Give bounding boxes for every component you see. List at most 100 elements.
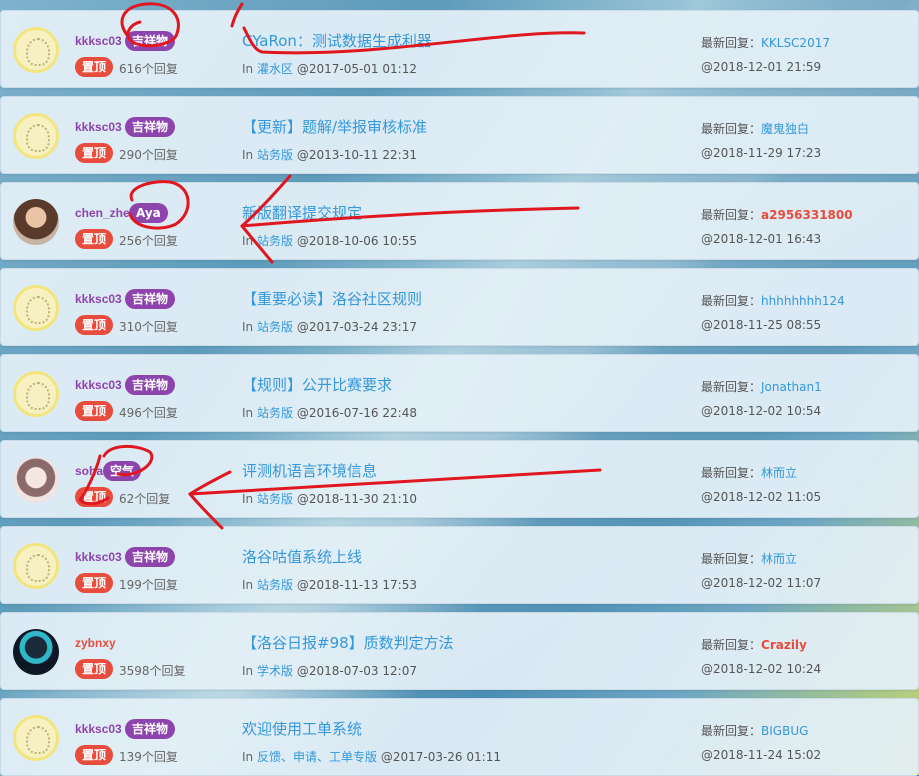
last-reply-user[interactable]: Jonathan1 (761, 380, 822, 394)
reply-count: 62个回复 (119, 492, 171, 506)
reply-count: 616个回复 (119, 62, 178, 76)
author-name[interactable]: kkksc03 (75, 120, 122, 134)
thread-meta: In 站务版 @2013-10-11 22:31 (242, 148, 417, 162)
last-reply: 最新回复：Jonathan1 (701, 380, 822, 394)
avatar[interactable] (13, 27, 59, 73)
thread-meta: In 站务版 @2018-11-30 21:10 (242, 492, 417, 506)
user-badge: 吉祥物 (125, 719, 176, 739)
author-name[interactable]: kkksc03 (75, 378, 122, 392)
thread-row: zybnxy 置顶 3598个回复 【洛谷日报#98】质数判定方法 In 学术版… (0, 612, 919, 690)
forum-link[interactable]: 站务版 (257, 578, 293, 592)
thread-title[interactable]: CYaRon：测试数据生成利器 (242, 30, 432, 51)
pinned-badge: 置顶 (75, 315, 113, 335)
last-reply: 最新回复：KKLSC2017 (701, 36, 830, 50)
thread-row: kkksc03 吉祥物 置顶 290个回复 【更新】题解/举报审核标准 In 站… (0, 96, 919, 174)
thread-row: soha 空气 置顶 62个回复 评测机语言环境信息 In 站务版 @2018-… (0, 440, 919, 518)
thread-meta: In 站务版 @2016-07-16 22:48 (242, 406, 417, 420)
forum-link[interactable]: 学术版 (257, 664, 293, 678)
avatar[interactable] (13, 629, 59, 675)
thread-title[interactable]: 新版翻译提交规定 (242, 202, 362, 223)
thread-row: kkksc03 吉祥物 置顶 310个回复 【重要必读】洛谷社区规则 In 站务… (0, 268, 919, 346)
pinned-badge: 置顶 (75, 573, 113, 593)
avatar[interactable] (13, 457, 59, 503)
last-reply: 最新回复：林而立 (701, 466, 798, 480)
reply-count: 199个回复 (119, 578, 178, 592)
pinned-badge: 置顶 (75, 143, 113, 163)
last-reply-time: @2018-12-02 10:54 (701, 404, 822, 418)
thread-title[interactable]: 欢迎使用工单系统 (242, 718, 362, 739)
author-name[interactable]: kkksc03 (75, 292, 122, 306)
thread-title[interactable]: 【洛谷日报#98】质数判定方法 (242, 632, 454, 653)
user-badge: 空气 (103, 461, 142, 481)
forum-link[interactable]: 站务版 (257, 320, 293, 334)
last-reply-time: @2018-12-02 11:07 (701, 576, 822, 590)
author-name[interactable]: kkksc03 (75, 34, 122, 48)
reply-count: 139个回复 (119, 750, 178, 764)
avatar[interactable] (13, 199, 59, 245)
last-reply-time: @2018-12-01 21:59 (701, 60, 822, 74)
author-name[interactable]: soha (75, 464, 103, 478)
forum-link[interactable]: 反馈、申请、工单专版 (257, 750, 377, 764)
user-badge: 吉祥物 (125, 375, 176, 395)
user-badge: 吉祥物 (125, 289, 176, 309)
user-badge: 吉祥物 (125, 117, 176, 137)
thread-title[interactable]: 洛谷咕值系统上线 (242, 546, 362, 567)
last-reply: 最新回复：林而立 (701, 552, 798, 566)
forum-link[interactable]: 站务版 (257, 148, 293, 162)
author-name[interactable]: zybnxy (75, 636, 116, 650)
author-name[interactable]: kkksc03 (75, 550, 122, 564)
last-reply: 最新回复：BIGBUG (701, 724, 809, 738)
thread-row: kkksc03 吉祥物 置顶 496个回复 【规则】公开比赛要求 In 站务版 … (0, 354, 919, 432)
thread-meta: In 灌水区 @2017-05-01 01:12 (242, 62, 417, 76)
thread-title[interactable]: 【重要必读】洛谷社区规则 (242, 288, 422, 309)
thread-title[interactable]: 【规则】公开比赛要求 (242, 374, 392, 395)
last-reply-user[interactable]: Crazily (761, 638, 807, 652)
thread-title[interactable]: 【更新】题解/举报审核标准 (242, 116, 427, 137)
pinned-badge: 置顶 (75, 487, 113, 507)
last-reply: 最新回复：魔鬼独白 (701, 122, 810, 136)
last-reply: 最新回复：hhhhhhhh124 (701, 294, 845, 308)
thread-row: kkksc03 吉祥物 置顶 616个回复 CYaRon：测试数据生成利器 In… (0, 10, 919, 88)
thread-meta: In 站务版 @2017-03-24 23:17 (242, 320, 417, 334)
pinned-badge: 置顶 (75, 745, 113, 765)
pinned-badge: 置顶 (75, 57, 113, 77)
thread-meta: In 站务版 @2018-11-13 17:53 (242, 578, 417, 592)
avatar[interactable] (13, 715, 59, 761)
avatar[interactable] (13, 543, 59, 589)
last-reply-time: @2018-12-01 16:43 (701, 232, 822, 246)
reply-count: 310个回复 (119, 320, 178, 334)
forum-link[interactable]: 站务版 (257, 234, 293, 248)
thread-row: kkksc03 吉祥物 置顶 139个回复 欢迎使用工单系统 In 反馈、申请、… (0, 698, 919, 776)
last-reply-time: @2018-11-29 17:23 (701, 146, 822, 160)
forum-link[interactable]: 站务版 (257, 492, 293, 506)
avatar[interactable] (13, 113, 59, 159)
pinned-badge: 置顶 (75, 229, 113, 249)
last-reply-user[interactable]: hhhhhhhh124 (761, 294, 845, 308)
forum-link[interactable]: 灌水区 (257, 62, 293, 76)
last-reply-user[interactable]: BIGBUG (761, 724, 808, 738)
last-reply-user[interactable]: KKLSC2017 (761, 36, 830, 50)
avatar[interactable] (13, 371, 59, 417)
thread-meta: In 站务版 @2018-10-06 10:55 (242, 234, 417, 248)
reply-count: 290个回复 (119, 148, 178, 162)
last-reply-user[interactable]: a2956331800 (761, 208, 853, 222)
last-reply-time: @2018-11-25 08:55 (701, 318, 822, 332)
user-badge: Aya (129, 203, 168, 223)
user-badge: 吉祥物 (125, 547, 176, 567)
thread-meta: In 学术版 @2018-07-03 12:07 (242, 664, 417, 678)
thread-row: kkksc03 吉祥物 置顶 199个回复 洛谷咕值系统上线 In 站务版 @2… (0, 526, 919, 604)
author-name[interactable]: chen_zhe (75, 206, 130, 220)
user-badge: 吉祥物 (125, 31, 176, 51)
pinned-badge: 置顶 (75, 659, 113, 679)
last-reply-time: @2018-12-02 11:05 (701, 490, 822, 504)
last-reply-user[interactable]: 魔鬼独白 (761, 122, 809, 136)
thread-title[interactable]: 评测机语言环境信息 (242, 460, 377, 481)
last-reply: 最新回复：a2956331800 (701, 208, 853, 222)
avatar[interactable] (13, 285, 59, 331)
author-name[interactable]: kkksc03 (75, 722, 122, 736)
forum-link[interactable]: 站务版 (257, 406, 293, 420)
reply-count: 256个回复 (119, 234, 178, 248)
last-reply-user[interactable]: 林而立 (761, 466, 797, 480)
last-reply-user[interactable]: 林而立 (761, 552, 797, 566)
reply-count: 496个回复 (119, 406, 178, 420)
